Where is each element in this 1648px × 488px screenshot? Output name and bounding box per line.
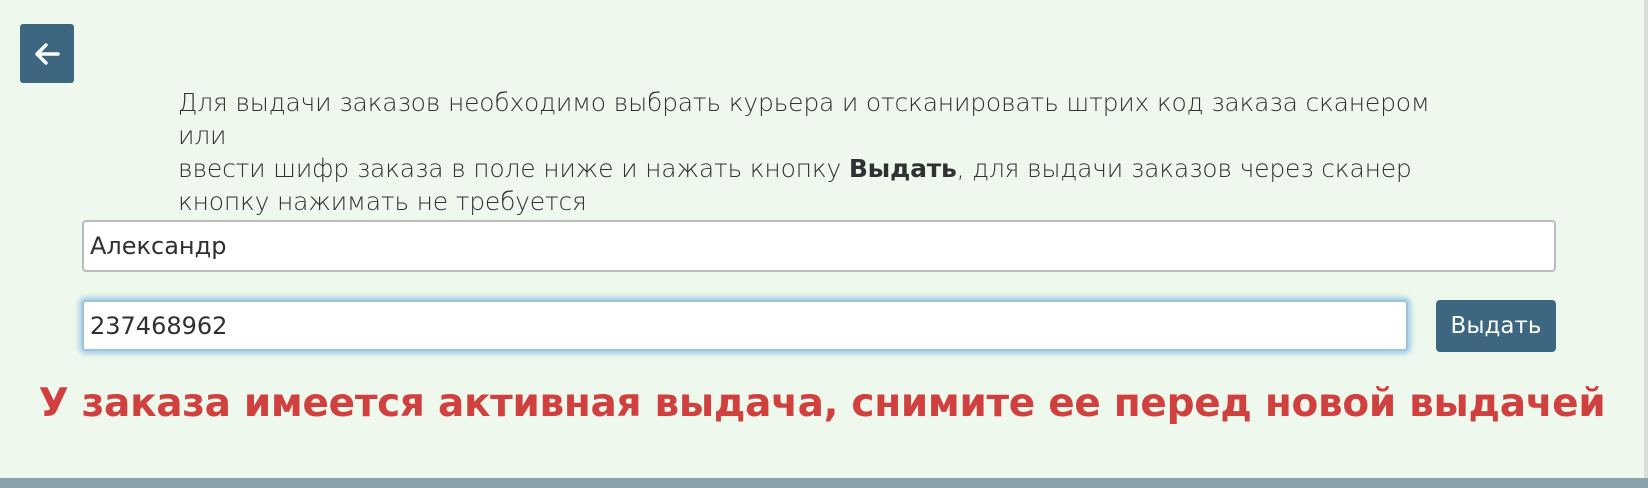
instructions-text: Для выдачи заказов необходимо выбрать ку… [178, 86, 1478, 218]
instructions-bold-button-name: Выдать [848, 154, 957, 183]
instructions-line-2-end: , для выдачи заказов через сканер [956, 154, 1412, 183]
instructions-line-2: ввести шифр заказа в поле ниже и нажать … [178, 152, 1478, 185]
back-button[interactable] [20, 24, 74, 83]
issue-button[interactable]: Выдать [1436, 300, 1556, 352]
instructions-line-2-start: ввести шифр заказа в поле ниже и нажать … [178, 154, 849, 183]
arrow-left-icon [34, 42, 60, 65]
instructions-line-1: Для выдачи заказов необходимо выбрать ку… [178, 88, 1430, 150]
issue-orders-panel: Для выдачи заказов необходимо выбрать ку… [0, 0, 1648, 478]
order-code-input[interactable] [82, 300, 1408, 351]
instructions-line-3: кнопку нажимать не требуется [178, 187, 587, 216]
error-message: У заказа имеется активная выдача, снимит… [38, 381, 1606, 426]
courier-field[interactable] [82, 220, 1556, 272]
